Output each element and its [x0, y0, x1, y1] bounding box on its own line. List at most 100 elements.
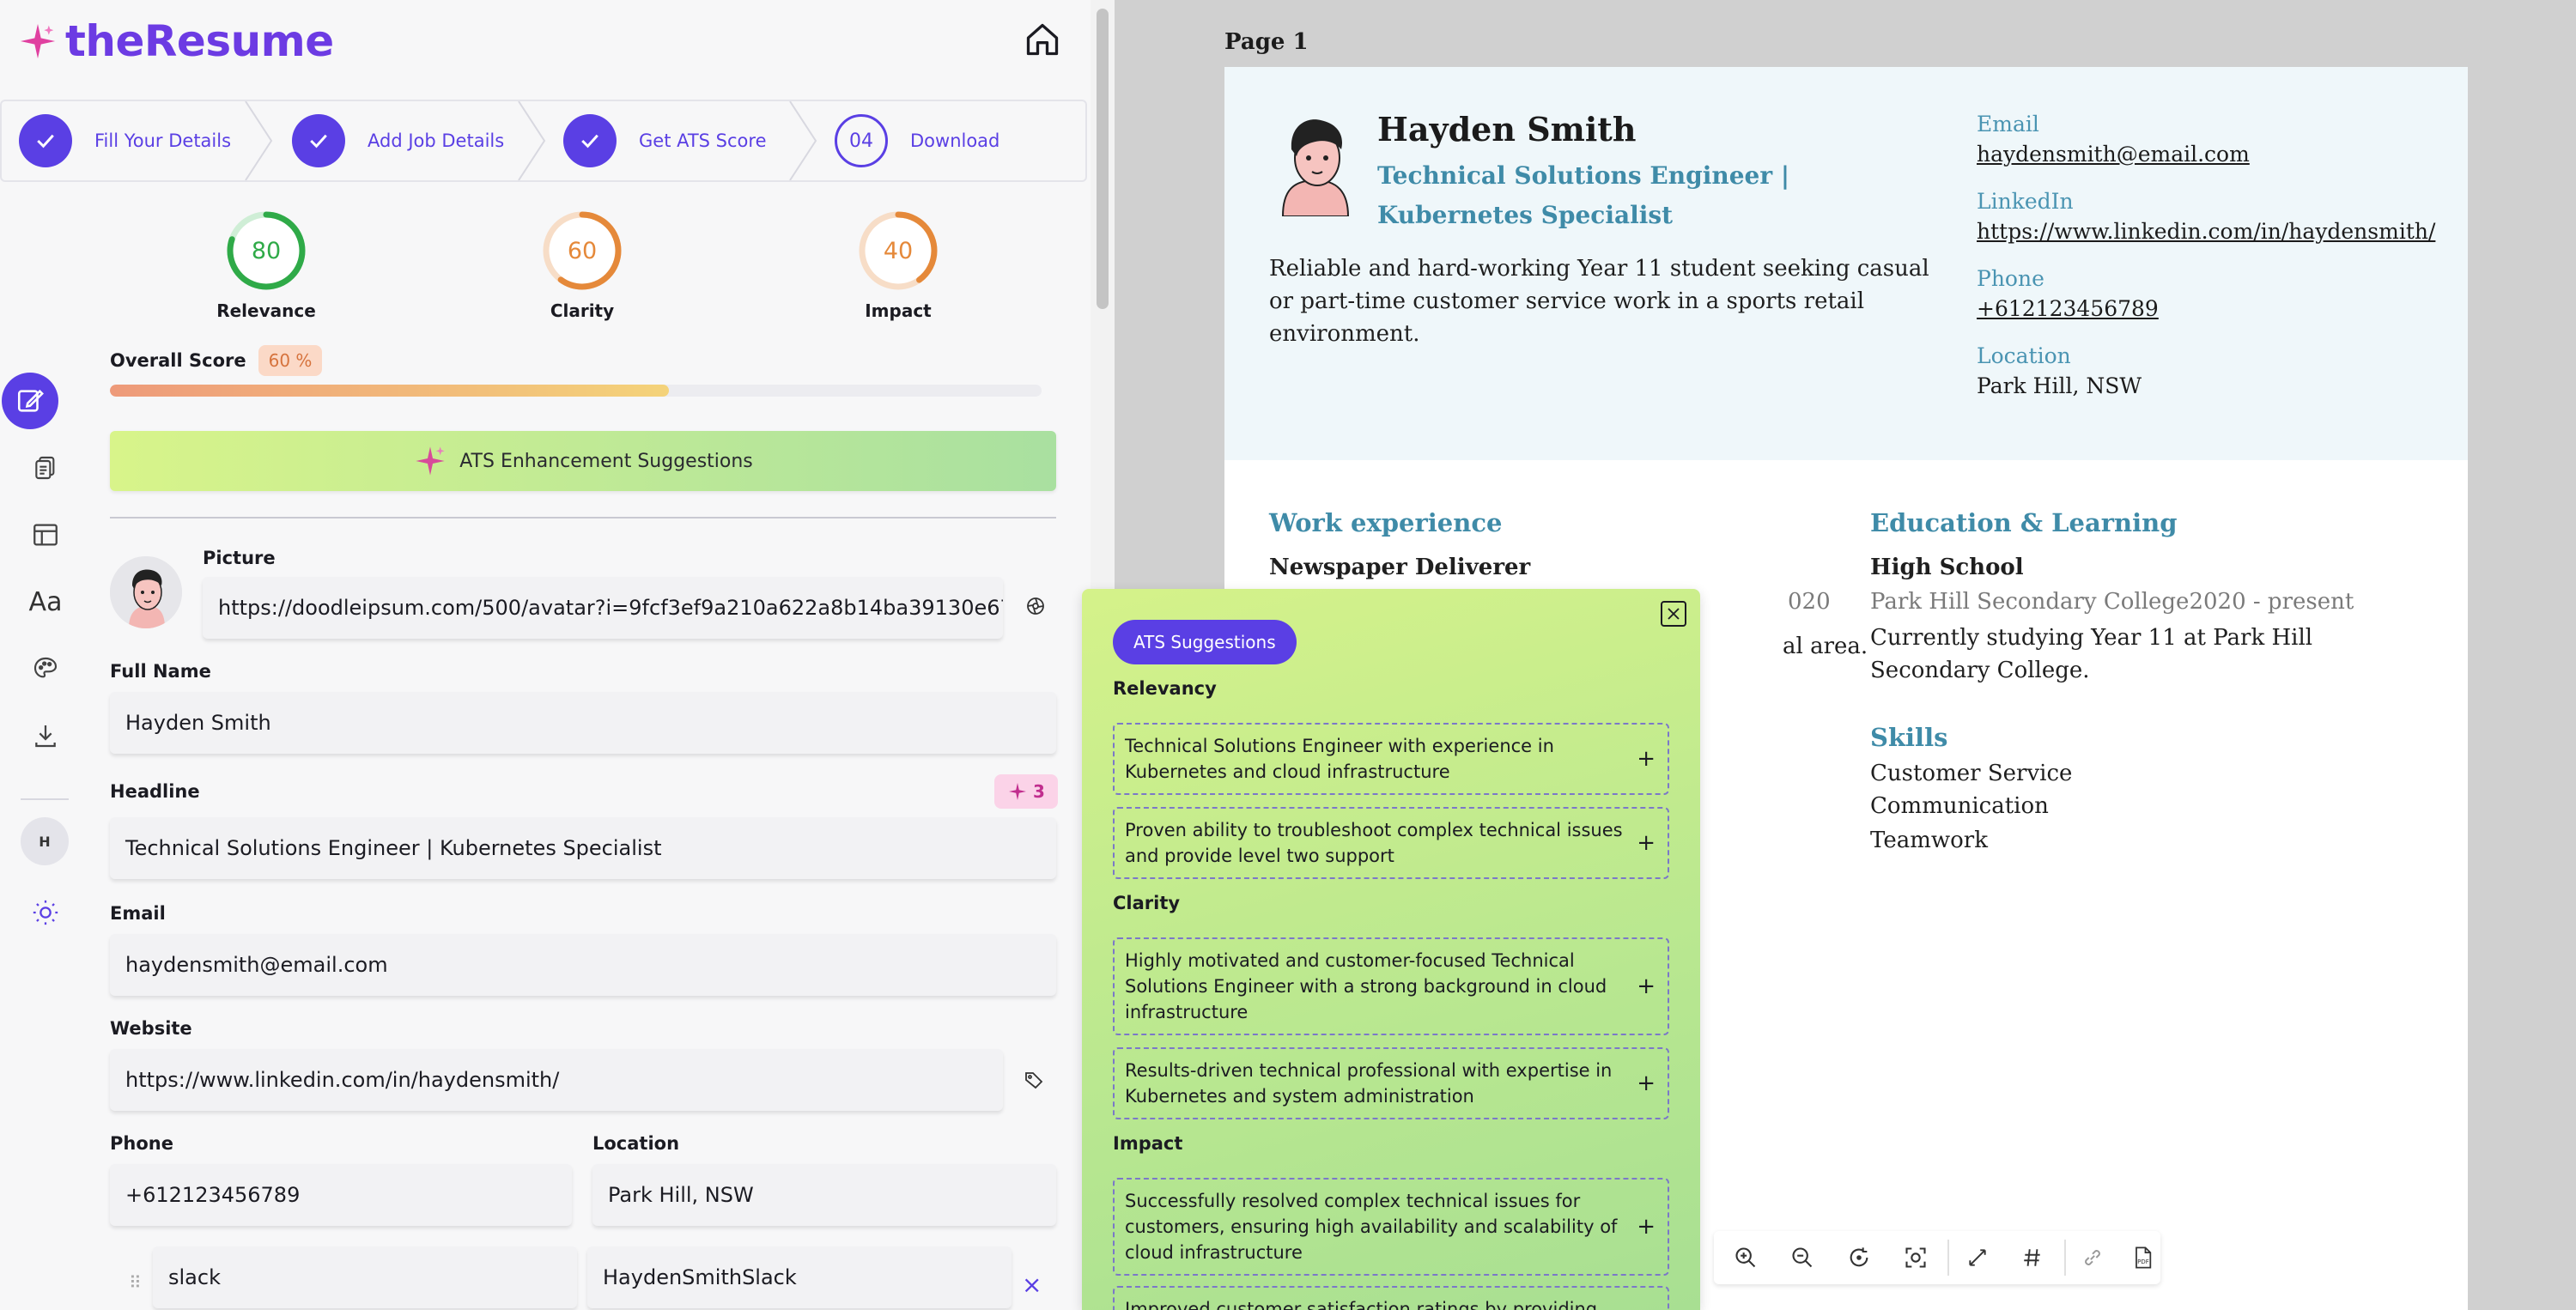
suggestion-item[interactable]: Results-driven technical professional wi…: [1113, 1047, 1669, 1119]
score-name: Impact: [865, 300, 932, 321]
overall-score-label: Overall Score: [110, 350, 246, 371]
layout-icon: [33, 524, 58, 546]
score-ring: 40: [857, 209, 939, 292]
chevron-divider: [789, 101, 817, 180]
score-value: 60: [567, 237, 598, 264]
tag-icon[interactable]: [1024, 1070, 1044, 1090]
zoom-out-icon[interactable]: [1788, 1243, 1817, 1272]
hash-icon[interactable]: [2018, 1243, 2047, 1272]
skill-item: Communication: [1870, 793, 2049, 819]
suggestion-item[interactable]: Successfully resolved complex technical …: [1113, 1178, 1669, 1276]
scrollbar-thumb[interactable]: [1097, 9, 1109, 309]
picture-url-input[interactable]: https://doodleipsum.com/500/avatar?i=9fc…: [203, 577, 1003, 639]
fit-icon[interactable]: [1901, 1243, 1930, 1272]
copy-icon: [35, 456, 55, 480]
preview-toolbar: PDF: [1714, 1231, 2160, 1284]
typography-icon[interactable]: Aa: [15, 572, 76, 632]
remove-profile-icon[interactable]: ×: [1022, 1271, 1042, 1299]
headline-suggestions-badge[interactable]: 3: [994, 774, 1058, 809]
work-section-title: Work experience: [1269, 508, 1503, 537]
brand-logo[interactable]: theResume: [19, 14, 334, 69]
resume-summary: Reliable and hard-working Year 11 studen…: [1269, 256, 1929, 347]
drag-handle-icon[interactable]: ⠿: [129, 1272, 142, 1293]
email-label: Email: [110, 903, 166, 924]
step-get-ats-score[interactable]: Get ATS Score: [563, 101, 767, 180]
contact-email-link[interactable]: haydensmith@email.com: [1977, 142, 2458, 167]
sidebar-download[interactable]: [15, 706, 76, 766]
website-input[interactable]: https://www.linkedin.com/in/haydensmith/: [110, 1049, 1003, 1111]
add-icon[interactable]: +: [1637, 830, 1656, 856]
suggestion-item[interactable]: Technical Solutions Engineer with experi…: [1113, 723, 1669, 795]
score-value: 40: [883, 237, 914, 264]
ats-suggestions-popup: ATS Suggestions Relevancy Technical Solu…: [1082, 589, 1700, 1310]
step-number: 04: [835, 114, 888, 167]
chevron-divider: [518, 101, 546, 180]
location-label: Location: [592, 1133, 680, 1154]
sidebar-edit[interactable]: [2, 373, 58, 429]
pdf-icon[interactable]: PDF: [2128, 1243, 2157, 1272]
svg-text:PDF: PDF: [2137, 1258, 2149, 1265]
email-input[interactable]: haydensmith@email.com: [110, 934, 1056, 996]
score-value: 80: [251, 237, 282, 264]
suggestion-item[interactable]: Proven ability to troubleshoot complex t…: [1113, 807, 1669, 879]
suggestion-item[interactable]: Highly motivated and customer-focused Te…: [1113, 937, 1669, 1035]
step-add-job-details[interactable]: Add Job Details: [292, 101, 504, 180]
add-icon[interactable]: +: [1637, 1214, 1656, 1240]
skill-item: Customer Service: [1870, 761, 2073, 786]
picture-label: Picture: [203, 548, 276, 568]
profile-picture[interactable]: [110, 556, 182, 628]
suggestion-text: Successfully resolved complex technical …: [1125, 1191, 1618, 1263]
sparkle-icon: [1009, 783, 1027, 800]
home-icon[interactable]: [1024, 21, 1061, 58]
link-icon[interactable]: [2078, 1243, 2107, 1272]
rotate-icon[interactable]: [1844, 1243, 1874, 1272]
suggestion-text: Proven ability to troubleshoot complex t…: [1125, 820, 1623, 866]
location-input[interactable]: Park Hill, NSW: [592, 1164, 1056, 1226]
headline-input[interactable]: Technical Solutions Engineer | Kubernete…: [110, 817, 1056, 879]
impact-heading: Impact: [1113, 1133, 1183, 1154]
phone-input[interactable]: +612123456789: [110, 1164, 572, 1226]
profile-username-input[interactable]: HaydenSmithSlack: [587, 1246, 1012, 1308]
suggestion-item[interactable]: Improved customer satisfaction ratings b…: [1113, 1286, 1669, 1310]
suggestion-text: Results-driven technical professional wi…: [1125, 1060, 1613, 1107]
suggestion-text: Improved customer satisfaction ratings b…: [1125, 1299, 1598, 1310]
step-fill-details[interactable]: Fill Your Details: [19, 101, 231, 180]
full-name-input[interactable]: Hayden Smith: [110, 692, 1056, 754]
contact-label: Phone: [1977, 266, 2044, 291]
sidebar-sections[interactable]: [15, 438, 76, 498]
contact-label: LinkedIn: [1977, 189, 2074, 214]
aperture-icon[interactable]: [1025, 596, 1046, 616]
step-label: Fill Your Details: [94, 130, 232, 151]
add-icon[interactable]: +: [1637, 1070, 1656, 1096]
contact-phone-link[interactable]: +612123456789: [1977, 296, 2458, 321]
resume-headline: Technical Solutions Engineer | Kubernete…: [1377, 161, 1790, 229]
sun-icon: [33, 900, 58, 925]
add-icon[interactable]: +: [1637, 746, 1656, 772]
headline-label: Headline: [110, 781, 200, 802]
check-icon: [19, 114, 72, 167]
zoom-in-icon[interactable]: [1731, 1243, 1760, 1272]
step-download[interactable]: 04 Download: [835, 101, 999, 180]
overall-progress-bar: [110, 385, 1042, 397]
chevron-divider: [245, 101, 273, 180]
contact-linkedin-link[interactable]: https://www.linkedin.com/in/haydensmith/: [1977, 219, 2458, 244]
brand-name: theResume: [65, 16, 334, 66]
sidebar-layout[interactable]: [15, 505, 76, 565]
ats-enhancement-button[interactable]: ATS Enhancement Suggestions: [110, 431, 1056, 491]
expand-icon[interactable]: [1963, 1243, 1992, 1272]
close-icon[interactable]: [1661, 601, 1686, 627]
ats-suggestions-tag: ATS Suggestions: [1113, 620, 1297, 664]
sidebar-theme[interactable]: [15, 639, 76, 699]
overall-score-badge: 60 %: [258, 345, 323, 376]
theme-toggle[interactable]: [15, 882, 76, 943]
work-date: 020: [1788, 589, 1831, 615]
check-icon: [292, 114, 345, 167]
avatar-illustration: [110, 556, 182, 628]
toolbar-divider: [2064, 1240, 2066, 1276]
contact-location: Location Park Hill, NSW: [1977, 343, 2458, 398]
user-avatar[interactable]: H: [21, 817, 69, 865]
add-icon[interactable]: +: [1637, 973, 1656, 999]
overall-score: Overall Score 60 %: [110, 345, 323, 376]
profile-network-input[interactable]: slack: [153, 1246, 577, 1308]
score-impact: 40 Impact: [847, 209, 950, 321]
